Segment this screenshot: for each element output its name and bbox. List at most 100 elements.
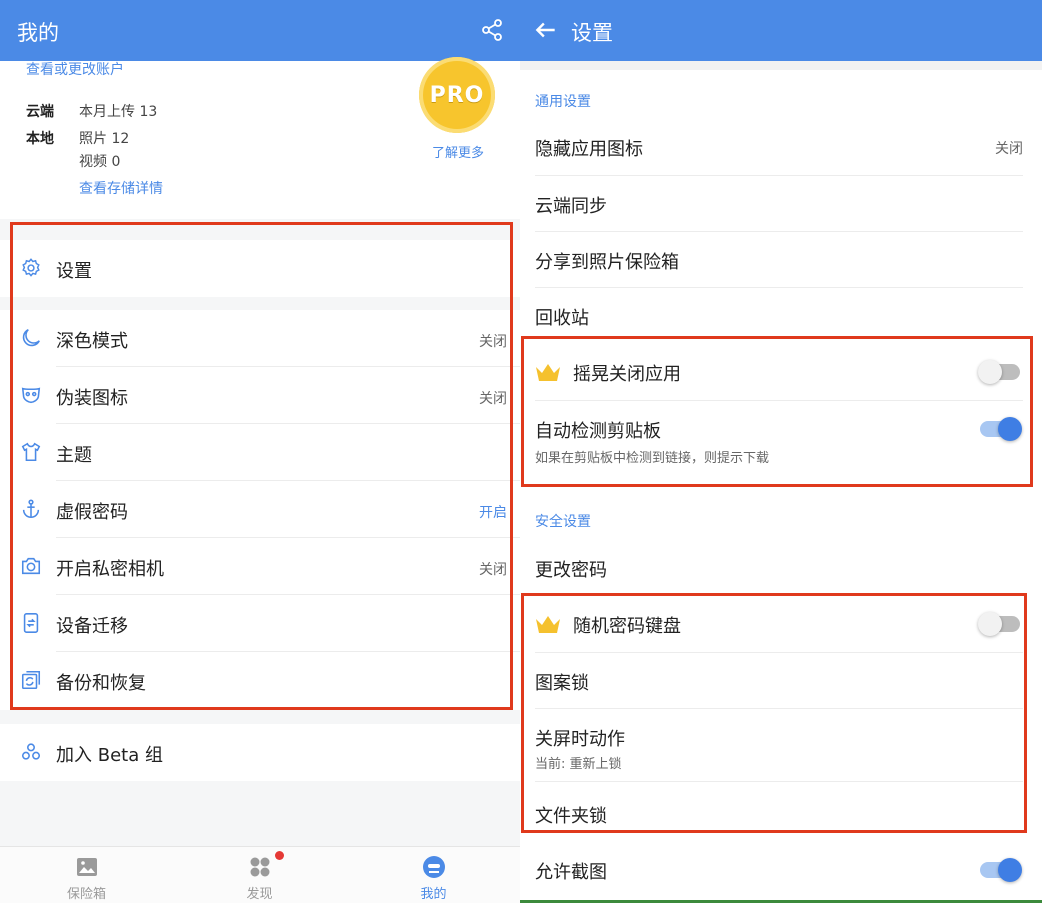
page-title: 我的 <box>17 21 59 45</box>
menu-item-disguise-icon[interactable]: 伪装图标 关闭 <box>0 367 520 424</box>
menu-item-label: 设备迁移 <box>56 616 128 637</box>
menu-item-label: 伪装图标 <box>56 388 128 409</box>
setting-description: 如果在剪贴板中检测到链接，则提示下载 <box>535 451 770 466</box>
menu-item-label: 虚假密码 <box>56 502 128 523</box>
gear-icon <box>22 258 40 277</box>
setting-random-keyboard[interactable]: 随机密码键盘 <box>520 596 1042 652</box>
settings-label: 设置 <box>56 261 92 282</box>
setting-label: 允许截图 <box>535 862 607 883</box>
setting-folder-lock[interactable]: 文件夹锁 <box>520 786 1042 842</box>
setting-label: 图案锁 <box>535 673 589 694</box>
section-header-general: 通用设置 <box>535 94 591 110</box>
tab-vault[interactable]: 保险箱 <box>0 847 173 903</box>
setting-pattern-lock[interactable]: 图案锁 <box>520 653 1042 709</box>
setting-label: 隐藏应用图标 <box>535 139 643 160</box>
setting-share-to-vault[interactable]: 分享到照片保险箱 <box>520 232 1042 288</box>
crown-icon <box>536 616 560 633</box>
menu-item-device-migration[interactable]: 设备迁移 <box>0 595 520 652</box>
settings-row[interactable]: 设置 <box>0 240 520 297</box>
profile-icon <box>423 856 445 878</box>
pro-badge[interactable]: PRO <box>419 57 495 133</box>
tab-discover[interactable]: 发现 <box>173 847 346 903</box>
settings-app-bar: 设置 <box>520 0 1042 61</box>
setting-label: 关屏时动作 <box>535 729 625 750</box>
toggle-knob <box>998 417 1022 441</box>
setting-hide-app-icon[interactable]: 隐藏应用图标 关闭 <box>520 119 1042 175</box>
local-videos-value: 视频 0 <box>79 154 121 170</box>
menu-item-status: 开启 <box>479 505 507 521</box>
discover-icon <box>250 857 270 877</box>
view-change-account-link[interactable]: 查看或更改账户 <box>26 59 124 79</box>
menu-item-status: 关闭 <box>479 562 507 578</box>
setting-shake-to-close[interactable]: 摇晃关闭应用 <box>520 344 1042 400</box>
section-header-security: 安全设置 <box>535 514 591 530</box>
setting-label: 更改密码 <box>535 560 607 581</box>
profile-app-bar: 我的 <box>0 0 520 61</box>
join-beta-label: 加入 Beta 组 <box>56 745 163 766</box>
share-icon[interactable] <box>480 18 504 42</box>
setting-description: 当前: 重新上锁 <box>535 757 622 772</box>
menu-item-status: 关闭 <box>479 391 507 407</box>
setting-label: 随机密码键盘 <box>573 616 681 637</box>
setting-screen-off-action[interactable]: 关屏时动作 当前: 重新上锁 <box>520 709 1042 781</box>
camera-icon <box>21 557 41 575</box>
menu-item-backup-restore[interactable]: 备份和恢复 <box>0 652 520 709</box>
random-keyboard-toggle[interactable] <box>978 612 1020 636</box>
toggle-knob <box>978 612 1002 636</box>
storage-details-link[interactable]: 查看存储详情 <box>79 178 163 198</box>
setting-change-password[interactable]: 更改密码 <box>520 540 1042 596</box>
mask-icon <box>21 387 41 404</box>
setting-label: 云端同步 <box>535 196 607 217</box>
shake-close-toggle[interactable] <box>978 360 1020 384</box>
clipboard-detect-toggle[interactable] <box>980 417 1022 441</box>
menu-item-private-camera[interactable]: 开启私密相机 关闭 <box>0 538 520 595</box>
menu-item-theme[interactable]: 主题 <box>0 424 520 481</box>
moon-icon <box>22 329 40 347</box>
learn-more-link[interactable]: 了解更多 <box>432 142 484 161</box>
local-photos-value: 照片 12 <box>79 131 130 147</box>
bottom-navigation: 保险箱 发现 我的 <box>0 846 520 903</box>
tab-label: 保险箱 <box>66 887 106 902</box>
menu-item-dark-mode[interactable]: 深色模式 关闭 <box>0 310 520 367</box>
backup-icon <box>21 670 41 690</box>
shirt-icon <box>21 442 41 462</box>
toggle-knob <box>978 360 1002 384</box>
menu-item-label: 备份和恢复 <box>56 673 146 694</box>
anchor-icon <box>22 499 40 519</box>
page-title: 设置 <box>571 21 613 45</box>
header-shadow <box>520 61 1042 70</box>
cloud-label: 云端 <box>26 104 54 120</box>
setting-label: 自动检测剪贴板 <box>535 421 661 442</box>
menu-item-fake-password[interactable]: 虚假密码 开启 <box>0 481 520 538</box>
profile-screen: 我的 查看或更改账户 云端 本月上传 13 本地 照片 12 视频 0 查看存储… <box>0 0 520 903</box>
setting-cloud-sync[interactable]: 云端同步 <box>520 176 1042 232</box>
back-arrow-icon[interactable] <box>533 17 559 43</box>
setting-label: 摇晃关闭应用 <box>573 364 681 385</box>
menu-item-label: 深色模式 <box>56 331 128 352</box>
account-card: 查看或更改账户 云端 本月上传 13 本地 照片 12 视频 0 查看存储详情 … <box>0 57 520 219</box>
setting-status: 关闭 <box>995 141 1023 157</box>
setting-recycle-bin[interactable]: 回收站 <box>520 288 1042 344</box>
join-beta-row[interactable]: 加入 Beta 组 <box>0 724 520 781</box>
cloud-upload-value: 本月上传 13 <box>79 104 158 120</box>
local-label: 本地 <box>26 131 54 147</box>
tab-label: 我的 <box>420 887 447 902</box>
setting-allow-screenshot[interactable]: 允许截图 <box>520 842 1042 898</box>
allow-screenshot-toggle[interactable] <box>980 858 1022 882</box>
setting-label: 分享到照片保险箱 <box>535 252 679 273</box>
settings-group: 设置 <box>0 240 520 297</box>
pro-badge-text: PRO <box>429 82 485 108</box>
tab-label: 发现 <box>246 887 273 902</box>
crown-icon <box>536 364 560 381</box>
setting-label: 文件夹锁 <box>535 806 607 827</box>
settings-screen: 设置 通用设置 隐藏应用图标 关闭 云端同步 分享到照片保险箱 回收站 摇晃关闭… <box>520 0 1042 903</box>
tab-mine[interactable]: 我的 <box>347 847 520 903</box>
toggle-knob <box>998 858 1022 882</box>
beta-group: 加入 Beta 组 <box>0 724 520 781</box>
setting-label: 回收站 <box>535 308 589 329</box>
setting-clipboard-detect[interactable]: 自动检测剪贴板 如果在剪贴板中检测到链接，则提示下载 <box>520 401 1042 473</box>
group-icon <box>21 743 41 760</box>
menu-item-label: 开启私密相机 <box>56 559 164 580</box>
menu-item-label: 主题 <box>56 445 92 466</box>
phone-transfer-icon <box>23 613 39 633</box>
